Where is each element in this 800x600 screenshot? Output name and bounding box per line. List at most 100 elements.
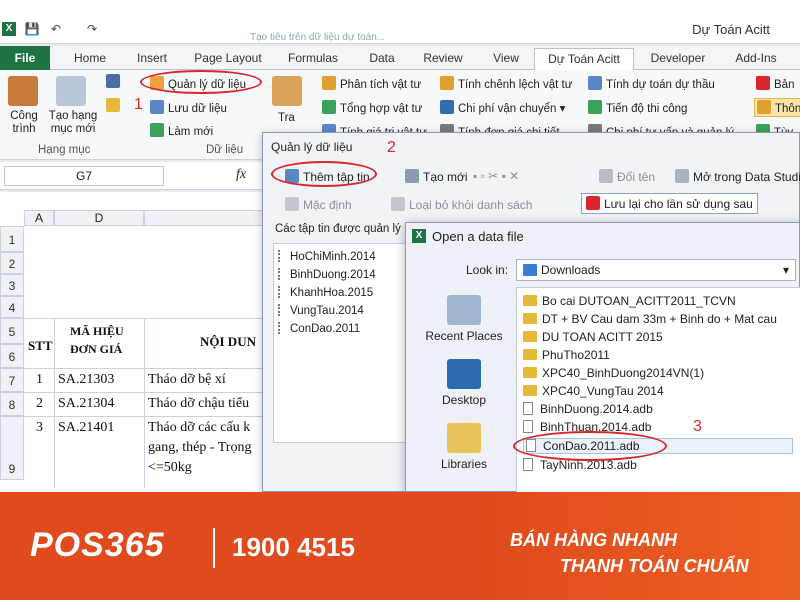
column-header-d[interactable]: D bbox=[54, 210, 144, 226]
folder-item[interactable]: Bo cai DUTOAN_ACITT2011_TCVN bbox=[523, 294, 736, 308]
open-data-studio-button[interactable]: Mở trong Data Studio bbox=[675, 169, 800, 184]
tab-developer[interactable]: Developer bbox=[644, 48, 712, 70]
tinh-chenh-lech-button[interactable]: Tính chênh lệch vật tư bbox=[440, 76, 572, 91]
fx-icon[interactable]: fx bbox=[236, 167, 246, 183]
row-header-4[interactable]: 4 bbox=[0, 296, 24, 318]
managed-file-item[interactable]: ConDao.2011 bbox=[278, 322, 360, 335]
tong-hop-vat-tu-button[interactable]: Tổng hợp vật tư bbox=[322, 100, 422, 115]
cell-nd-3[interactable]: Tháo dỡ các cấu k bbox=[148, 420, 250, 436]
row-header-8[interactable]: 8 bbox=[0, 392, 24, 416]
tab-formulas[interactable]: Formulas bbox=[282, 48, 344, 70]
title-bar: X 💾 ↶ ↷ Tạo tiêu trên dữ liệu dự toán...… bbox=[0, 0, 800, 44]
tab-page-layout[interactable]: Page Layout bbox=[190, 48, 266, 70]
save-later-label: Lưu lại cho lần sử dụng sau bbox=[604, 197, 753, 211]
save-for-later-button[interactable]: Lưu lại cho lần sử dụng sau bbox=[581, 193, 758, 214]
column-header-e[interactable] bbox=[144, 210, 270, 226]
managed-file-item[interactable]: HoChiMinh.2014 bbox=[278, 250, 376, 263]
tinh-du-toan-button[interactable]: Tính dự toán dự thầu bbox=[588, 76, 715, 91]
recent-places-shortcut[interactable]: Recent Places bbox=[412, 295, 516, 343]
cell-nd-3-line2[interactable]: gang, thép - Trọng bbox=[148, 440, 251, 456]
folder-item[interactable]: PhuTho2011 bbox=[523, 348, 610, 362]
folder-item[interactable]: XPC40_VungTau 2014 bbox=[523, 384, 664, 398]
ban-button[interactable]: Bản bbox=[756, 76, 794, 91]
cell-stt-1[interactable]: 1 bbox=[36, 372, 43, 388]
cell-nd-2[interactable]: Tháo dỡ chậu tiểu bbox=[148, 396, 249, 412]
cell-nd-1[interactable]: Tháo dỡ bệ xí bbox=[148, 372, 226, 388]
house-icon bbox=[8, 76, 38, 106]
tab-home[interactable]: Home bbox=[68, 48, 112, 70]
lam-moi-button[interactable]: Làm mới bbox=[150, 123, 213, 138]
row-header-5[interactable]: 5 bbox=[0, 318, 24, 344]
truck-icon bbox=[440, 100, 454, 114]
file-list[interactable]: Bo cai DUTOAN_ACITT2011_TCVN DT + BV Cau… bbox=[513, 287, 800, 493]
cell-ma-2[interactable]: SA.21304 bbox=[58, 396, 114, 412]
remove-icon bbox=[391, 197, 405, 211]
grid-line bbox=[24, 368, 274, 369]
cell-stt-3[interactable]: 3 bbox=[36, 420, 43, 436]
tao-hang-muc-button[interactable]: Tạo hạng mục mới bbox=[46, 110, 100, 136]
tab-add-ins[interactable]: Add-Ins bbox=[726, 48, 786, 70]
libraries-shortcut[interactable]: Libraries bbox=[412, 423, 516, 471]
excel-logo-icon: X bbox=[2, 22, 16, 36]
tab-data[interactable]: Data bbox=[360, 48, 404, 70]
cell-ma-3[interactable]: SA.21401 bbox=[58, 420, 114, 436]
header-noi-dung: NỘI DUN bbox=[200, 334, 256, 349]
row-header-2[interactable]: 2 bbox=[0, 252, 24, 274]
row-header-9[interactable]: 9 bbox=[0, 416, 24, 480]
grid-line bbox=[144, 318, 145, 488]
new-button[interactable]: Tạo mới bbox=[405, 169, 468, 184]
grid-line bbox=[24, 392, 274, 393]
save-icon[interactable]: 💾 bbox=[24, 21, 40, 37]
file-item[interactable]: BinhDuong.2014.adb bbox=[523, 402, 653, 416]
column-header-a[interactable]: A bbox=[24, 210, 54, 226]
tab-insert[interactable]: Insert bbox=[128, 48, 176, 70]
folder-item[interactable]: DT + BV Cau dam 33m + Binh do + Mat cau bbox=[523, 312, 777, 326]
file-icon bbox=[523, 420, 533, 433]
phan-tich-vat-tu-button[interactable]: Phân tích vật tư bbox=[322, 76, 421, 91]
du-toan-label: Tính dự toán dự thầu bbox=[606, 79, 715, 91]
chevron-down-icon[interactable]: ▾ bbox=[783, 260, 789, 280]
row-header-7[interactable]: 7 bbox=[0, 368, 24, 392]
thon-button[interactable]: Thôn bbox=[754, 98, 800, 117]
managed-files-list[interactable]: HoChiMinh.2014 BinhDuong.2014 KhanhHoa.2… bbox=[273, 243, 413, 443]
managed-file-item[interactable]: VungTau.2014 bbox=[278, 304, 364, 317]
save-small-icon[interactable] bbox=[106, 74, 124, 89]
remove-label: Loại bỏ khỏi danh sách bbox=[409, 198, 533, 212]
row-header-6[interactable]: 6 bbox=[0, 344, 24, 368]
cell-ma-1[interactable]: SA.21303 bbox=[58, 372, 114, 388]
managed-file-item[interactable]: KhanhHoa.2015 bbox=[278, 286, 373, 299]
calc-icon bbox=[588, 76, 602, 90]
open-small-icon[interactable] bbox=[106, 98, 124, 113]
cong-trinh-button[interactable]: Công trình bbox=[4, 110, 44, 136]
tien-do-button[interactable]: Tiến độ thi công bbox=[588, 100, 687, 115]
cell-stt-2[interactable]: 2 bbox=[36, 396, 43, 412]
managed-file-item[interactable]: BinhDuong.2014 bbox=[278, 268, 376, 281]
tong-hop-label: Tổng hợp vật tư bbox=[340, 103, 423, 115]
redo-icon[interactable]: ↷ bbox=[84, 21, 100, 37]
folder-item[interactable]: XPC40_BinhDuong2014VN(1) bbox=[523, 366, 704, 380]
chi-phi-van-chuyen-button[interactable]: Chi phí vận chuyển ▾ bbox=[440, 100, 565, 115]
name-box[interactable]: G7 bbox=[4, 166, 164, 186]
desktop-shortcut[interactable]: Desktop bbox=[412, 359, 516, 407]
row-header-1[interactable]: 1 bbox=[0, 226, 24, 252]
default-button[interactable]: Mặc định bbox=[285, 197, 352, 212]
save-data-icon bbox=[150, 100, 164, 114]
grid-line bbox=[54, 318, 55, 488]
tab-du-toan-acitt[interactable]: Dự Toán Acitt bbox=[534, 48, 634, 70]
header-stt: STT bbox=[28, 338, 53, 353]
remove-from-list-button[interactable]: Loại bỏ khỏi danh sách bbox=[391, 197, 532, 212]
luu-du-lieu-button[interactable]: Lưu dữ liệu bbox=[150, 100, 227, 115]
open-dialog-title: Open a data file bbox=[432, 229, 524, 244]
row-header-3[interactable]: 3 bbox=[0, 274, 24, 296]
undo-icon[interactable]: ↶ bbox=[48, 21, 64, 37]
folder-item[interactable]: DU TOAN ACITT 2015 bbox=[523, 330, 663, 344]
tab-file[interactable]: File bbox=[0, 46, 50, 70]
look-in-select[interactable]: Downloads ▾ bbox=[516, 259, 796, 281]
annotation-number-2: 2 bbox=[387, 139, 396, 156]
rename-button[interactable]: Đổi tên bbox=[599, 169, 655, 184]
spreadsheet-grid[interactable]: A D 1 2 3 4 5 6 7 8 9 STT MÃ HIỆU ĐƠN GI… bbox=[0, 192, 274, 492]
tab-view[interactable]: View bbox=[484, 48, 528, 70]
tra-button[interactable]: Tra bbox=[278, 112, 295, 124]
tab-review[interactable]: Review bbox=[416, 48, 470, 70]
cell-nd-3-line3[interactable]: <=50kg bbox=[148, 460, 192, 476]
